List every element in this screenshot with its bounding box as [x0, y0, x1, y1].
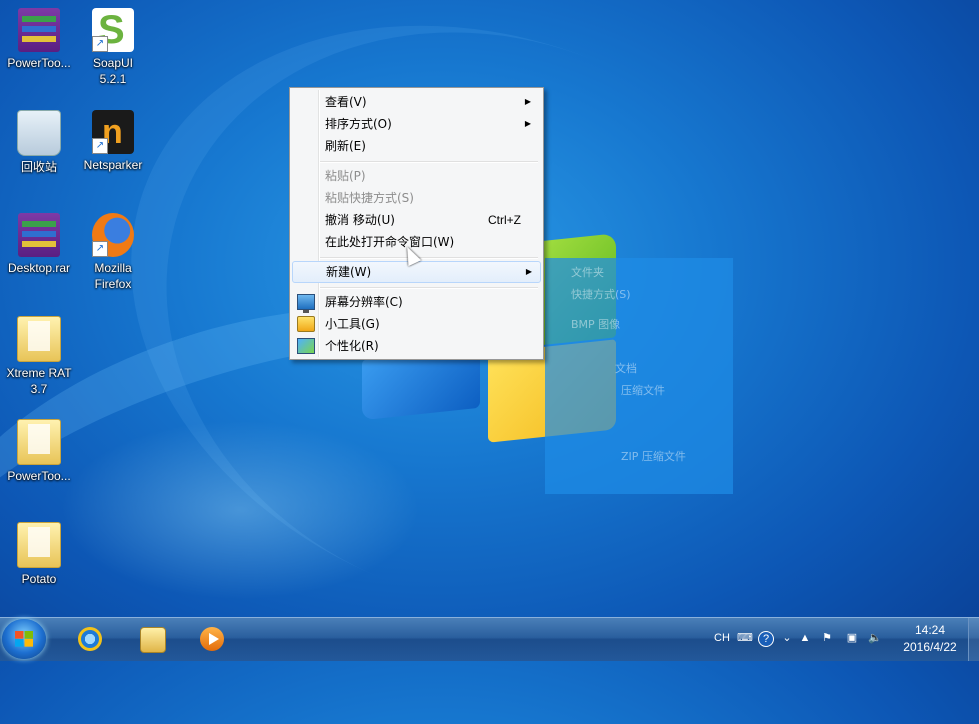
menu-item-personalize[interactable]: 个性化(R) — [292, 335, 539, 357]
ghost-item: 压缩文件 — [621, 384, 665, 397]
volume-icon[interactable]: 🔈 — [868, 631, 882, 645]
ghost-item: 文件夹 — [571, 266, 604, 279]
desktop-icon-label: 回收站 — [20, 160, 57, 174]
show-desktop-button[interactable] — [968, 618, 979, 661]
menu-item-label: 在此处打开命令窗口(W) — [325, 235, 455, 249]
desktop-icon-label: PowerToo... — [7, 56, 71, 70]
menu-separator — [320, 257, 538, 259]
desktop-icon-label: Potato — [21, 572, 57, 586]
ghost-item: 快捷方式(S) — [571, 288, 631, 301]
clock-date: 2016/4/22 — [903, 640, 957, 654]
shortcut-arrow-icon: ↗ — [92, 138, 108, 154]
taskbar-media-player[interactable] — [187, 621, 237, 657]
menu-item-sort-by[interactable]: 排序方式(O) ▶ — [292, 113, 539, 135]
ghost-item: 文档 — [615, 362, 637, 375]
desktop-context-menu: 查看(V) ▶ 排序方式(O) ▶ 刷新(E) 粘贴(P) 粘贴快捷方式(S) … — [289, 87, 544, 360]
fading-new-submenu: 文件夹 快捷方式(S) BMP 图像 文档 压缩文件 ZIP 压缩文件 — [545, 258, 733, 494]
shortcut-arrow-icon: ↗ — [92, 241, 108, 257]
menu-item-label: 撤消 移动(U) — [325, 213, 395, 227]
action-center-flag-icon[interactable]: ⚑ — [820, 631, 834, 645]
desktop-icon-label: PowerToo... — [7, 469, 71, 483]
desktop-icon-label: Desktop.rar — [7, 261, 71, 275]
menu-separator — [320, 161, 538, 163]
desktop-icon-recycle-bin[interactable]: 回收站 — [0, 110, 78, 175]
menu-item-undo-move[interactable]: 撤消 移动(U) Ctrl+Z — [292, 209, 539, 231]
ime-options-icon[interactable]: ⌄ — [780, 631, 794, 645]
desktop-icon-label: Mozilla Firefox — [94, 261, 132, 291]
taskbar: CH ⌨ ? ⌄ ▲ ⚑ ▣ 🔈 14:24 2016/4/22 — [0, 617, 979, 661]
media-player-icon — [200, 627, 224, 651]
desktop-icon-powertools-rar[interactable]: PowerToo... — [0, 8, 78, 71]
desktop-icon-powertools-folder[interactable]: PowerToo... — [0, 419, 78, 484]
submenu-arrow-icon: ▶ — [524, 97, 531, 106]
desktop-icon-soapui[interactable]: S ↗ SoapUI 5.2.1 — [74, 8, 152, 87]
winrar-archive-icon — [18, 8, 60, 52]
ghost-item: BMP 图像 — [571, 318, 621, 331]
desktop-icon-desktop-rar[interactable]: Desktop.rar — [0, 213, 78, 276]
menu-item-label: 刷新(E) — [325, 139, 366, 153]
menu-item-paste: 粘贴(P) — [292, 165, 539, 187]
menu-item-view[interactable]: 查看(V) ▶ — [292, 91, 539, 113]
menu-item-new[interactable]: 新建(W) ▶ — [292, 261, 541, 283]
desktop-icon-label: Netsparker — [83, 158, 143, 172]
recycle-bin-icon — [17, 110, 61, 156]
firefox-icon: ↗ — [92, 213, 134, 257]
internet-explorer-icon — [78, 627, 102, 651]
personalize-icon — [297, 338, 315, 354]
folder-icon — [17, 316, 61, 362]
menu-item-label: 个性化(R) — [325, 339, 379, 353]
menu-item-shortcut: Ctrl+Z — [488, 213, 521, 227]
menu-item-label: 新建(W) — [326, 265, 372, 279]
menu-item-label: 粘贴快捷方式(S) — [325, 191, 414, 205]
taskbar-file-explorer[interactable] — [127, 621, 177, 657]
start-button[interactable] — [2, 619, 46, 659]
soapui-icon: S ↗ — [92, 8, 134, 52]
netsparker-icon: n ↗ — [92, 110, 134, 154]
gadgets-icon — [297, 316, 315, 332]
menu-item-screen-resolution[interactable]: 屏幕分辨率(C) — [292, 291, 539, 313]
menu-item-paste-shortcut: 粘贴快捷方式(S) — [292, 187, 539, 209]
menu-separator — [320, 287, 538, 289]
ghost-item: ZIP 压缩文件 — [621, 450, 686, 463]
submenu-arrow-icon: ▶ — [524, 119, 531, 128]
shortcut-arrow-icon: ↗ — [92, 36, 108, 52]
taskbar-internet-explorer[interactable] — [65, 621, 115, 657]
menu-item-label: 查看(V) — [325, 95, 367, 109]
menu-item-label: 屏幕分辨率(C) — [325, 295, 403, 309]
folder-icon — [17, 419, 61, 465]
desktop-icon-netsparker[interactable]: n ↗ Netsparker — [74, 110, 152, 173]
desktop-icon-label: SoapUI 5.2.1 — [92, 56, 134, 86]
menu-item-refresh[interactable]: 刷新(E) — [292, 135, 539, 157]
desktop-icon-label: Xtreme RAT 3.7 — [6, 366, 72, 396]
keyboard-icon[interactable]: ⌨ — [737, 631, 753, 645]
language-indicator[interactable]: CH — [712, 631, 732, 645]
file-explorer-icon — [140, 627, 166, 653]
submenu-arrow-icon: ▶ — [525, 267, 532, 276]
monitor-icon — [297, 294, 315, 313]
menu-item-gadgets[interactable]: 小工具(G) — [292, 313, 539, 335]
help-icon[interactable]: ? — [758, 631, 774, 647]
system-tray: CH ⌨ ? ⌄ ▲ ⚑ ▣ 🔈 — [700, 618, 900, 661]
menu-item-label: 粘贴(P) — [325, 169, 366, 183]
clock-time: 14:24 — [914, 623, 946, 637]
system-clock[interactable]: 14:24 2016/4/22 — [890, 622, 970, 656]
winrar-archive-icon — [18, 213, 60, 257]
menu-item-label: 排序方式(O) — [325, 117, 392, 131]
menu-item-label: 小工具(G) — [325, 317, 380, 331]
desktop-icon-xtreme-rat[interactable]: Xtreme RAT 3.7 — [0, 316, 78, 397]
show-hidden-icons-icon[interactable]: ▲ — [798, 631, 812, 645]
desktop-icon-firefox[interactable]: ↗ Mozilla Firefox — [74, 213, 152, 292]
desktop-icon-potato[interactable]: Potato — [0, 522, 78, 587]
folder-icon — [17, 522, 61, 568]
network-icon[interactable]: ▣ — [845, 631, 859, 645]
